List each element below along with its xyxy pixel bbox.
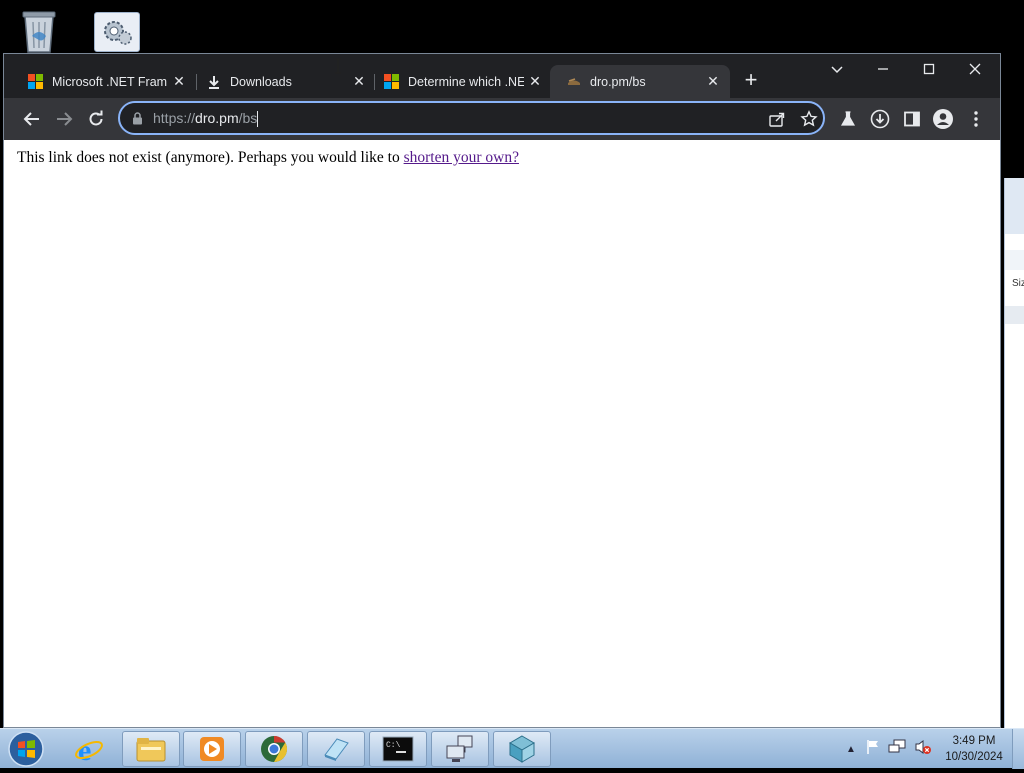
url-text[interactable]: https://dro.pm/bs: [153, 110, 259, 128]
svg-text:C:\: C:\: [386, 741, 401, 750]
tab-title: Downloads: [230, 74, 292, 89]
notification-area: ▲: [844, 729, 932, 769]
reload-icon: [89, 110, 103, 126]
maximize-button[interactable]: [906, 58, 952, 84]
recycle-bin-icon[interactable]: [18, 6, 60, 54]
tab-strip: Microsoft .NET Fram ✕ Downloads ✕ Determ…: [4, 54, 1000, 98]
taskbar: e C:\ ▲ 3:49 PM 10/30/2024: [0, 728, 1024, 769]
tab-determine-net[interactable]: Determine which .NE ✕: [368, 65, 552, 98]
close-icon[interactable]: ✕: [348, 73, 370, 90]
forward-button[interactable]: [52, 107, 76, 131]
dropm-favicon-icon: [566, 74, 582, 90]
microsoft-logo-icon: [384, 73, 400, 90]
minimize-button[interactable]: [860, 58, 906, 84]
close-window-button[interactable]: [952, 58, 998, 84]
action-center-flag-icon[interactable]: [866, 739, 880, 760]
close-icon[interactable]: ✕: [524, 73, 546, 90]
download-icon: [206, 74, 222, 90]
back-arrow-icon: [23, 112, 39, 126]
control-panel-icon[interactable]: [94, 12, 140, 52]
text-caret: [257, 111, 259, 128]
chevron-down-icon: [831, 66, 843, 74]
background-window: Siz: [1004, 178, 1024, 730]
labs-flask-icon[interactable]: [836, 107, 860, 131]
internet-explorer-icon[interactable]: e: [60, 731, 118, 767]
background-window-toolbar: [1005, 250, 1024, 270]
address-bar[interactable]: https://dro.pm/bs: [118, 101, 825, 135]
media-player-icon[interactable]: [183, 731, 241, 767]
forward-arrow-icon: [57, 112, 73, 126]
new-tab-button[interactable]: +: [739, 68, 763, 92]
url-path: /bs: [238, 110, 258, 126]
background-window-header: [1005, 178, 1024, 234]
show-desktop-button[interactable]: [1012, 729, 1024, 769]
url-scheme: https://: [153, 110, 196, 126]
page-message: This link does not exist (anymore). Perh…: [17, 149, 519, 167]
network-icon[interactable]: [431, 731, 489, 767]
tab-title: dro.pm/bs: [590, 74, 646, 89]
component-icon[interactable]: [493, 731, 551, 767]
page-content: This link does not exist (anymore). Perh…: [4, 140, 1000, 727]
network-tray-icon[interactable]: [888, 739, 906, 760]
tab-microsoft-net[interactable]: Microsoft .NET Fram ✕: [12, 65, 196, 98]
minimize-icon: [878, 68, 888, 70]
system-clock[interactable]: 3:49 PM 10/30/2024: [938, 733, 1010, 765]
lock-icon[interactable]: [132, 112, 143, 130]
profile-avatar-icon[interactable]: [931, 107, 955, 131]
share-icon[interactable]: [768, 110, 786, 128]
shorten-link[interactable]: shorten your own?: [404, 149, 519, 166]
clock-date: 10/30/2024: [945, 751, 1003, 763]
tab-search-dropdown-button[interactable]: [814, 58, 860, 84]
close-icon: [969, 63, 981, 75]
tab-title: Determine which .NE: [408, 74, 524, 89]
file-explorer-icon[interactable]: [122, 731, 180, 767]
url-host: dro.pm: [195, 110, 239, 126]
browser-window: Microsoft .NET Fram ✕ Downloads ✕ Determ…: [3, 53, 1001, 728]
start-button[interactable]: [6, 730, 46, 768]
close-icon[interactable]: ✕: [168, 73, 190, 90]
chrome-icon[interactable]: [245, 731, 303, 767]
tab-title: Microsoft .NET Fram: [52, 74, 168, 89]
background-window-row: [1005, 306, 1024, 324]
downloads-icon[interactable]: [868, 107, 892, 131]
cmd-icon[interactable]: C:\: [369, 731, 427, 767]
reload-button[interactable]: [84, 107, 108, 131]
browser-toolbar: https://dro.pm/bs: [4, 98, 1000, 140]
microsoft-logo-icon: [28, 73, 44, 90]
tab-downloads[interactable]: Downloads ✕: [190, 65, 376, 98]
back-button[interactable]: [20, 107, 44, 131]
close-icon[interactable]: ✕: [702, 73, 724, 90]
message-text: This link does not exist (anymore). Perh…: [17, 149, 400, 166]
side-panel-icon[interactable]: [900, 107, 924, 131]
show-hidden-icons-icon[interactable]: ▲: [844, 744, 858, 755]
notepad-icon[interactable]: [307, 731, 365, 767]
tab-dropm-active[interactable]: dro.pm/bs ✕: [550, 65, 730, 98]
menu-kebab-icon[interactable]: [964, 107, 988, 131]
clock-time: 3:49 PM: [952, 735, 996, 747]
maximize-icon: [923, 63, 935, 75]
background-column-label: Siz: [1012, 278, 1024, 289]
text-cursor-icon: [334, 58, 342, 79]
volume-muted-icon[interactable]: [914, 739, 932, 760]
bookmark-star-icon[interactable]: [800, 110, 818, 128]
